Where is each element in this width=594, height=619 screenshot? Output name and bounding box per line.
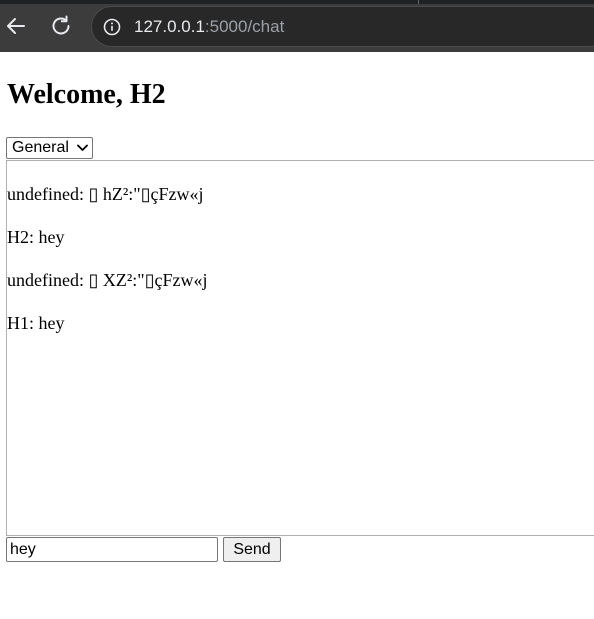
browser-toolbar: 127.0.0.1:5000/chat [0, 0, 594, 52]
tab-strip-edge [0, 0, 594, 4]
message-item: H2: hey [7, 227, 65, 247]
site-info-button[interactable] [102, 17, 122, 37]
url-path: :5000/chat [204, 17, 285, 36]
room-select-value: General [12, 139, 69, 156]
reload-button[interactable] [47, 12, 75, 40]
message-input[interactable] [6, 537, 218, 562]
back-button[interactable] [2, 12, 30, 40]
page-title: Welcome, H2 [7, 79, 166, 110]
message-item: undefined: ▯ XZ²:"▯çFzw«j [7, 270, 208, 290]
address-bar[interactable]: 127.0.0.1:5000/chat [91, 6, 594, 47]
tab-divider [418, 0, 419, 4]
chevron-down-icon [77, 144, 88, 151]
message-item: H1: hey [7, 313, 65, 333]
messages-panel[interactable]: undefined: ▯ hZ²:"▯çFzw«j H2: hey undefi… [6, 160, 594, 536]
room-select[interactable]: General [6, 137, 93, 159]
info-circle-icon [103, 18, 121, 36]
reload-icon [52, 15, 70, 35]
url-text[interactable]: 127.0.0.1:5000/chat [134, 17, 284, 37]
arrow-left-icon [7, 18, 25, 34]
url-host: 127.0.0.1 [134, 17, 205, 36]
message-item: undefined: ▯ hZ²:"▯çFzw«j [7, 184, 204, 204]
page-content: Welcome, H2 General undefined: ▯ hZ²:"▯ç… [0, 52, 594, 619]
send-button[interactable]: Send [223, 537, 281, 562]
